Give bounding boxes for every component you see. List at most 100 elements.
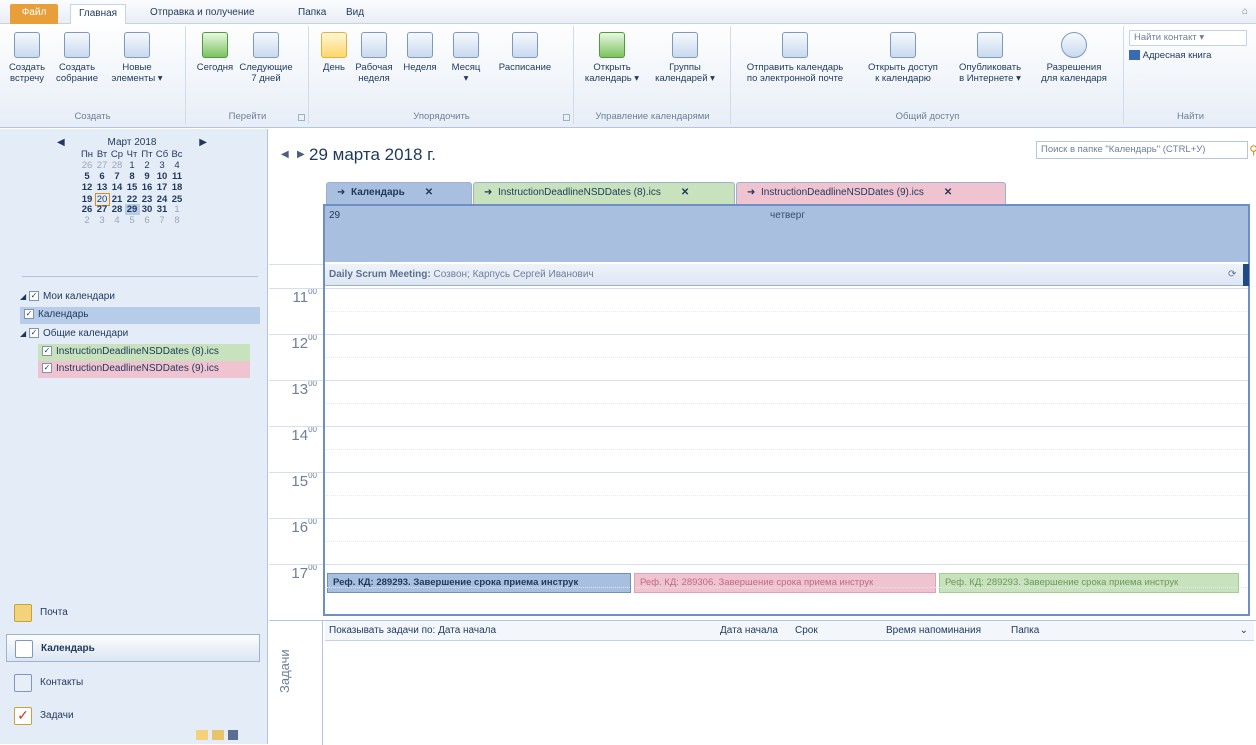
my-calendars-header[interactable]: ◢ ✓ Мои календари [16, 289, 115, 306]
day-cell[interactable]: 30 [140, 204, 155, 215]
folder-icon[interactable] [196, 730, 208, 740]
day-cell[interactable]: 3 [95, 215, 110, 226]
calendar-search-input[interactable]: Поиск в папке "Календарь" (CTRL+У) [1036, 141, 1248, 159]
nav-mail[interactable]: Почта [6, 599, 260, 627]
tab-folder[interactable]: Папка [290, 4, 334, 24]
day-cell[interactable]: 7 [110, 171, 125, 182]
shared-calendars-header[interactable]: ◢ ✓ Общие календари [16, 326, 128, 343]
col-due[interactable]: Срок [795, 621, 818, 641]
share-calendar-button[interactable]: Открыть доступ к календарю [858, 32, 948, 84]
tasks-sort-label[interactable]: Показывать задачи по: Дата начала [329, 621, 496, 641]
day-cell[interactable]: 10 [155, 171, 170, 182]
tab-calendar-main[interactable]: ➜ Календарь ✕ [326, 182, 472, 204]
time-slot[interactable] [325, 472, 1248, 473]
next-7-days-button[interactable]: Следующие 7 дней [237, 32, 295, 84]
half-hour-slot[interactable] [325, 541, 1248, 542]
allday-event[interactable]: Daily Scrum Meeting: Созвон; Карпусь Сер… [325, 264, 1248, 286]
work-week-button[interactable]: Рабочая неделя [352, 32, 396, 84]
day-cell[interactable]: 29 [124, 204, 140, 215]
day-cell[interactable]: 14 [110, 182, 125, 193]
day-cell[interactable]: 16 [140, 182, 155, 193]
day-cell[interactable]: 1 [125, 160, 140, 171]
day-cell[interactable]: 8 [125, 171, 140, 182]
tab-home[interactable]: Главная [70, 4, 127, 24]
calendar-permissions-button[interactable]: Разрешения для календаря [1034, 32, 1114, 84]
folder-list-icon[interactable] [212, 730, 224, 740]
nav-contacts[interactable]: Контакты [6, 669, 260, 697]
day-cell[interactable]: 13 [95, 182, 110, 193]
new-items-button[interactable]: Новые элементы ▾ [104, 32, 170, 84]
event-calendar[interactable]: Реф. КД: 289293. Завершение срока приема… [327, 573, 631, 593]
dialog-launcher-icon[interactable] [563, 114, 570, 121]
day-cell[interactable]: 26 [80, 160, 95, 171]
tab-send-receive[interactable]: Отправка и получение [142, 4, 263, 24]
tab-view[interactable]: Вид [338, 4, 372, 24]
open-calendar-button[interactable]: Открыть календарь ▾ [579, 32, 645, 84]
event-nsd-9[interactable]: Реф. КД: 289306. Завершение срока приема… [634, 573, 936, 593]
time-slot[interactable] [325, 564, 1248, 565]
day-cell[interactable]: 6 [140, 215, 155, 226]
half-hour-slot[interactable] [325, 587, 1248, 588]
day-cell[interactable]: 2 [140, 160, 155, 171]
half-hour-slot[interactable] [325, 449, 1248, 450]
close-icon[interactable]: ✕ [425, 187, 433, 198]
day-cell[interactable]: 9 [140, 171, 155, 182]
col-start-date[interactable]: Дата начала [720, 621, 778, 641]
day-cell[interactable]: 6 [95, 171, 110, 182]
chevron-down-icon[interactable]: ⌄ [1240, 621, 1248, 641]
month-button[interactable]: Месяц ▾ [444, 32, 488, 84]
day-cell[interactable]: 28 [110, 204, 125, 215]
today-button[interactable]: Сегодня [195, 32, 235, 73]
email-calendar-button[interactable]: Отправить календарь по электронной почте [736, 32, 854, 84]
day-cell[interactable]: 3 [155, 160, 170, 171]
publish-online-button[interactable]: Опубликовать в Интернете ▾ [950, 32, 1030, 84]
next-day-icon[interactable]: ▶ [297, 149, 305, 160]
day-cell[interactable]: 12 [80, 182, 95, 193]
address-book-button[interactable]: Адресная книга [1129, 50, 1211, 61]
day-cell[interactable]: 4 [110, 215, 125, 226]
day-view-button[interactable]: День [316, 32, 352, 73]
find-contact-input[interactable]: Найти контакт ▾ [1129, 30, 1247, 46]
col-folder[interactable]: Папка [1011, 621, 1039, 641]
half-hour-slot[interactable] [325, 403, 1248, 404]
event-nsd-8[interactable]: Реф. КД: 289293. Завершение срока приема… [939, 573, 1239, 593]
half-hour-slot[interactable] [325, 495, 1248, 496]
help-icon[interactable]: ⌂ [1242, 6, 1248, 17]
tab-calendar-nsd-8[interactable]: ➜ InstructionDeadlineNSDDates (8).ics ✕ [473, 182, 735, 204]
prev-day-icon[interactable]: ◀ [281, 149, 289, 160]
nav-tasks[interactable]: ✓ Задачи [6, 702, 260, 730]
nav-calendar[interactable]: Календарь [6, 634, 260, 662]
calendar-item-nsd-9[interactable]: ✓ InstructionDeadlineNSDDates (9).ics [38, 361, 250, 378]
calendar-item-main[interactable]: ✓ Календарь [20, 307, 260, 324]
next-month-icon[interactable]: ▶ [199, 137, 207, 148]
day-cell[interactable]: 2 [80, 215, 95, 226]
time-slot[interactable] [325, 334, 1248, 335]
half-hour-slot[interactable] [325, 311, 1248, 312]
time-slot[interactable] [325, 380, 1248, 381]
day-cell[interactable]: 1 [170, 204, 185, 215]
day-cell[interactable]: 17 [155, 182, 170, 193]
prev-month-icon[interactable]: ◀ [57, 137, 65, 148]
day-cell[interactable]: 5 [125, 215, 140, 226]
day-cell[interactable]: 5 [80, 171, 95, 182]
calendar-item-nsd-8[interactable]: ✓ InstructionDeadlineNSDDates (8).ics [38, 344, 250, 361]
half-hour-slot[interactable] [325, 357, 1248, 358]
new-meeting-button[interactable]: Создать собрание [52, 32, 102, 84]
day-cell[interactable]: 8 [170, 215, 185, 226]
day-cell[interactable]: 4 [170, 160, 185, 171]
close-icon[interactable]: ✕ [681, 187, 689, 198]
day-cell[interactable]: 31 [155, 204, 170, 215]
week-button[interactable]: Неделя [398, 32, 442, 73]
tab-calendar-nsd-9[interactable]: ➜ InstructionDeadlineNSDDates (9).ics ✕ [736, 182, 1006, 204]
dialog-launcher-icon[interactable] [298, 114, 305, 121]
time-slot[interactable] [325, 518, 1248, 519]
search-icon[interactable]: ⚲ [1249, 143, 1256, 157]
shortcuts-icon[interactable] [228, 730, 238, 740]
time-slot[interactable] [325, 288, 1248, 289]
time-slot[interactable] [325, 426, 1248, 427]
tab-file[interactable]: Файл [10, 4, 58, 24]
new-appointment-button[interactable]: Создать встречу [4, 32, 50, 84]
day-cell[interactable]: 27 [95, 204, 110, 215]
day-cell[interactable]: 18 [170, 182, 185, 193]
day-cell[interactable]: 26 [80, 204, 95, 215]
